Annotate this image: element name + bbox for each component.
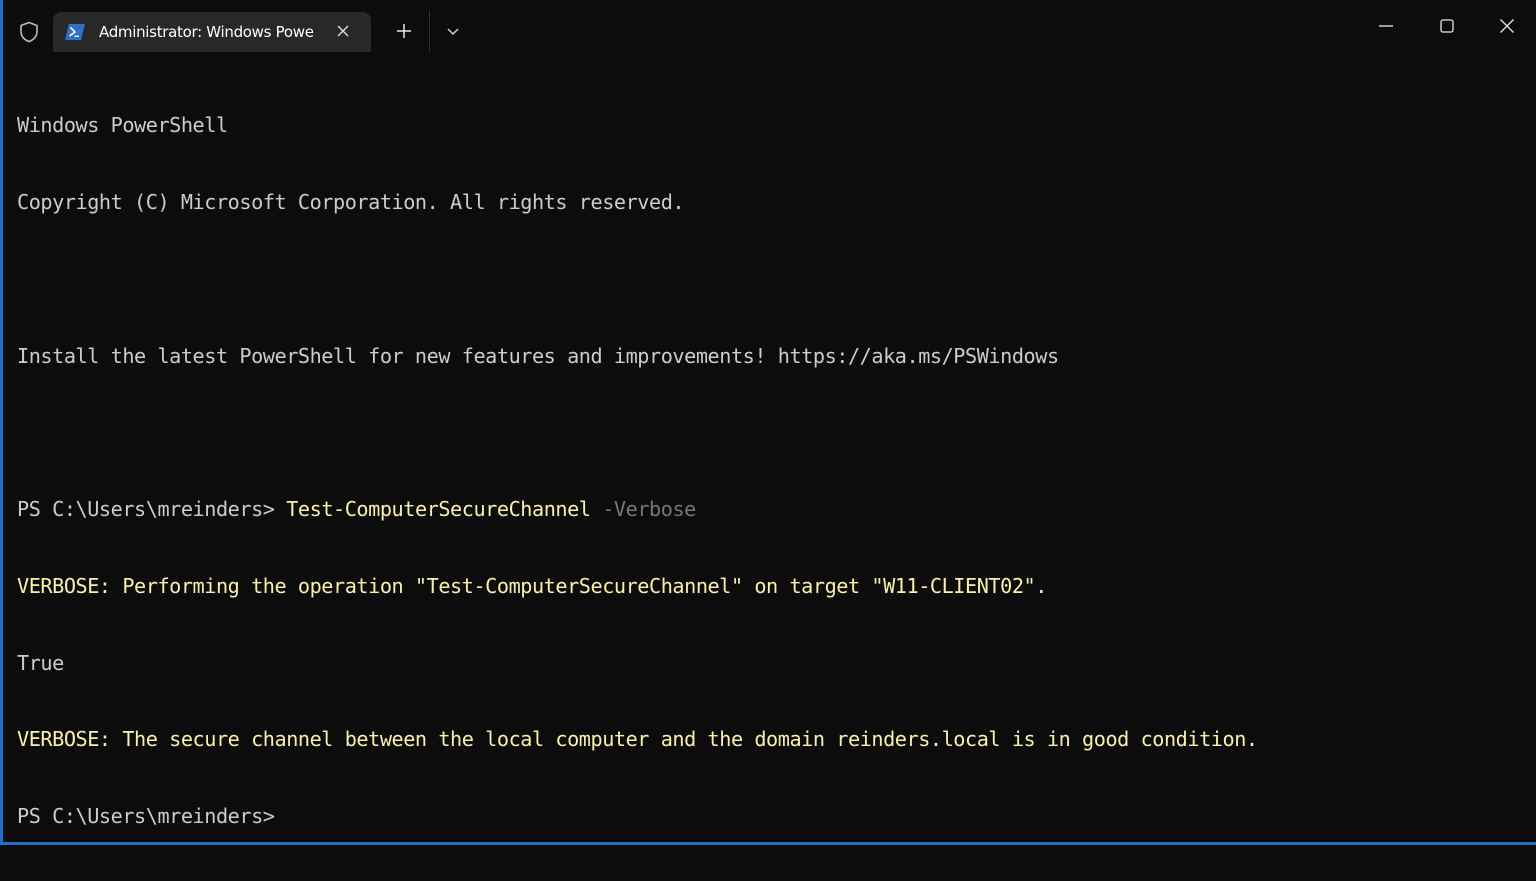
- prompt-line[interactable]: PS C:\Users\mreinders>: [17, 804, 1526, 830]
- tab-title: Administrator: Windows Powe: [99, 23, 314, 41]
- chevron-down-icon[interactable]: [443, 22, 463, 40]
- plus-icon[interactable]: [393, 20, 415, 42]
- tab-divider: [429, 10, 430, 52]
- install-line: Install the latest PowerShell for new fe…: [17, 343, 1059, 368]
- close-tab-icon[interactable]: [335, 23, 351, 39]
- maximize-icon[interactable]: [1435, 14, 1459, 38]
- tab-administrator-powershell[interactable]: Administrator: Windows Powe: [53, 12, 371, 52]
- verbose-line: VERBOSE: Performing the operation "Test-…: [17, 573, 1047, 598]
- powershell-icon: [65, 24, 85, 40]
- copyright-line: Copyright (C) Microsoft Corporation. All…: [17, 189, 685, 214]
- shield-icon: [17, 19, 41, 45]
- terminal-window: Administrator: Windows Powe Windows Powe…: [0, 0, 1536, 845]
- verbose-line: VERBOSE: The secure channel between the …: [17, 727, 1258, 752]
- command-parameter: -Verbose: [590, 497, 696, 522]
- header-line: Windows PowerShell: [17, 113, 228, 138]
- minimize-icon[interactable]: [1374, 14, 1398, 38]
- prompt: PS C:\Users\mreinders>: [17, 497, 287, 522]
- command-line: PS C:\Users\mreinders> Test-ComputerSecu…: [17, 497, 1526, 523]
- command-text: Test-ComputerSecureChannel: [286, 497, 591, 522]
- terminal-output[interactable]: Windows PowerShell Copyright (C) Microso…: [17, 62, 1526, 832]
- title-bar: Administrator: Windows Powe: [3, 0, 1536, 52]
- result-line: True: [17, 650, 64, 675]
- close-window-icon[interactable]: [1495, 14, 1519, 38]
